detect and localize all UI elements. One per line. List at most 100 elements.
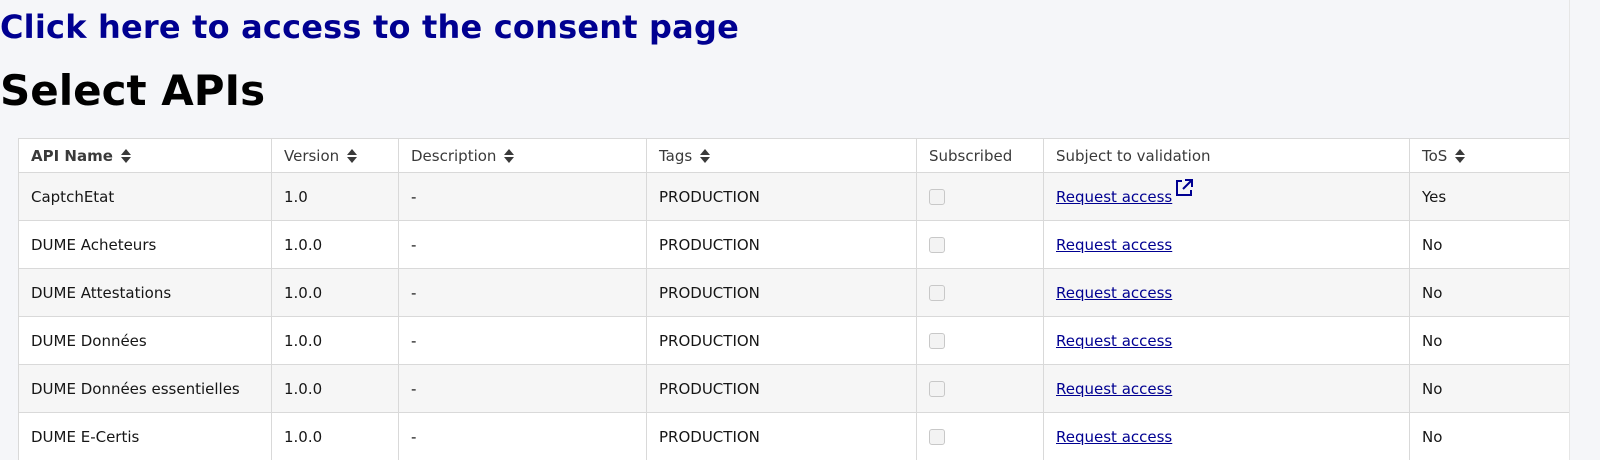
api-tos-cell: No: [1409, 220, 1570, 269]
api-tos-cell: No: [1409, 412, 1570, 460]
api-name: CaptchEtat: [31, 187, 115, 206]
api-name: DUME Données: [31, 331, 147, 350]
column-header-label: Description: [411, 146, 497, 165]
table-row: CaptchEtat 1.0 - PRODUCTION Request access Ye…: [18, 172, 1570, 221]
api-tags: PRODUCTION: [659, 379, 760, 398]
api-tos-cell: No: [1409, 364, 1570, 413]
column-header-label: Subject to validation: [1056, 146, 1211, 165]
api-description: -: [411, 331, 417, 350]
api-name-cell: DUME Acheteurs: [18, 220, 272, 269]
api-tags-cell: PRODUCTION: [646, 220, 917, 269]
api-name: DUME Attestations: [31, 283, 172, 302]
api-version: 1.0.0: [284, 379, 323, 398]
table-row: DUME Acheteurs 1.0.0 - PRODUCTION Request ac…: [18, 220, 1570, 269]
api-version: 1.0.0: [284, 283, 323, 302]
api-description: -: [411, 379, 417, 398]
validation-cell: Request access: [1043, 364, 1410, 413]
api-tags-cell: PRODUCTION: [646, 172, 917, 221]
subscribed-cell: [916, 172, 1044, 221]
column-header-tags[interactable]: Tags: [646, 138, 917, 173]
column-header-tos[interactable]: ToS: [1409, 138, 1570, 173]
api-name-cell: DUME Attestations: [18, 268, 272, 317]
api-tos-cell: Yes: [1409, 172, 1570, 221]
request-access-link[interactable]: Request access: [1056, 284, 1172, 302]
table-row: DUME E-Certis 1.0.0 - PRODUCTION Request acc…: [18, 412, 1570, 460]
column-header-label: API Name: [31, 146, 113, 165]
request-access-link[interactable]: Request access: [1056, 188, 1172, 206]
column-header-subscribed: Subscribed: [916, 138, 1044, 173]
sort-icon[interactable]: [347, 149, 358, 163]
api-description: -: [411, 187, 417, 206]
column-header-version[interactable]: Version: [271, 138, 399, 173]
consent-page-link[interactable]: Click here to access to the consent page: [0, 8, 739, 46]
subscribed-cell: [916, 220, 1044, 269]
api-description-cell: -: [398, 316, 647, 365]
column-header-label: Subscribed: [929, 146, 1013, 165]
api-name: DUME Acheteurs: [31, 235, 157, 254]
column-header-description[interactable]: Description: [398, 138, 647, 173]
api-version: 1.0.0: [284, 331, 323, 350]
validation-cell: Request access: [1043, 220, 1410, 269]
api-description: -: [411, 283, 417, 302]
api-table: API Name Version Description Tags Subscribed…: [18, 138, 1570, 460]
api-name-cell: DUME Données: [18, 316, 272, 365]
validation-cell: Request access: [1043, 412, 1410, 460]
request-access-link[interactable]: Request access: [1056, 236, 1172, 254]
subscribed-cell: [916, 412, 1044, 460]
api-tos: No: [1422, 379, 1443, 398]
api-name: DUME E-Certis: [31, 427, 140, 446]
api-version-cell: 1.0.0: [271, 316, 399, 365]
api-tos: Yes: [1422, 187, 1447, 206]
api-name-cell: CaptchEtat: [18, 172, 272, 221]
api-version-cell: 1.0: [271, 172, 399, 221]
api-tags-cell: PRODUCTION: [646, 364, 917, 413]
api-tos-cell: No: [1409, 316, 1570, 365]
api-version: 1.0.0: [284, 235, 323, 254]
table-header-row: API Name Version Description Tags Subscribed…: [18, 138, 1570, 173]
table-body: CaptchEtat 1.0 - PRODUCTION Request access Ye…: [18, 172, 1570, 460]
sort-icon[interactable]: [120, 149, 131, 163]
request-access-link[interactable]: Request access: [1056, 380, 1172, 398]
page: Click here to access to the consent page…: [0, 0, 1600, 460]
column-header-label: ToS: [1422, 146, 1448, 165]
subscribed-checkbox[interactable]: [929, 381, 945, 397]
request-access-link[interactable]: Request access: [1056, 428, 1172, 446]
api-tos: No: [1422, 427, 1443, 446]
validation-cell: Request access: [1043, 316, 1410, 365]
api-version-cell: 1.0.0: [271, 412, 399, 460]
sort-icon[interactable]: [504, 149, 515, 163]
api-name-cell: DUME Données essentielles: [18, 364, 272, 413]
scrollbar-track[interactable]: [1569, 0, 1600, 460]
api-tos: No: [1422, 331, 1443, 350]
api-tags: PRODUCTION: [659, 427, 760, 446]
api-description: -: [411, 427, 417, 446]
api-name: DUME Données essentielles: [31, 379, 240, 398]
api-description-cell: -: [398, 220, 647, 269]
subscribed-checkbox[interactable]: [929, 237, 945, 253]
api-version-cell: 1.0.0: [271, 268, 399, 317]
validation-cell: Request access: [1043, 268, 1410, 317]
table-row: DUME Données essentielles 1.0.0 - PRODUCTIO…: [18, 364, 1570, 413]
api-tos: No: [1422, 235, 1443, 254]
column-header-subject-to-validation: Subject to validation: [1043, 138, 1410, 173]
request-access-link[interactable]: Request access: [1056, 332, 1172, 350]
api-description: -: [411, 235, 417, 254]
sort-icon[interactable]: [1455, 149, 1466, 163]
subscribed-checkbox[interactable]: [929, 285, 945, 301]
api-tags: PRODUCTION: [659, 235, 760, 254]
subscribed-cell: [916, 268, 1044, 317]
subscribed-checkbox[interactable]: [929, 429, 945, 445]
external-link-icon[interactable]: [1174, 178, 1194, 202]
column-header-api-name[interactable]: API Name: [18, 138, 272, 173]
sort-icon[interactable]: [700, 149, 711, 163]
api-tos: No: [1422, 283, 1443, 302]
table-row: DUME Données 1.0.0 - PRODUCTION Request acce…: [18, 316, 1570, 365]
validation-cell: Request access: [1043, 172, 1410, 221]
api-tags: PRODUCTION: [659, 331, 760, 350]
api-version: 1.0: [284, 187, 308, 206]
column-header-label: Version: [284, 146, 340, 165]
api-description-cell: -: [398, 364, 647, 413]
subscribed-checkbox[interactable]: [929, 189, 945, 205]
api-version-cell: 1.0.0: [271, 220, 399, 269]
subscribed-checkbox[interactable]: [929, 333, 945, 349]
